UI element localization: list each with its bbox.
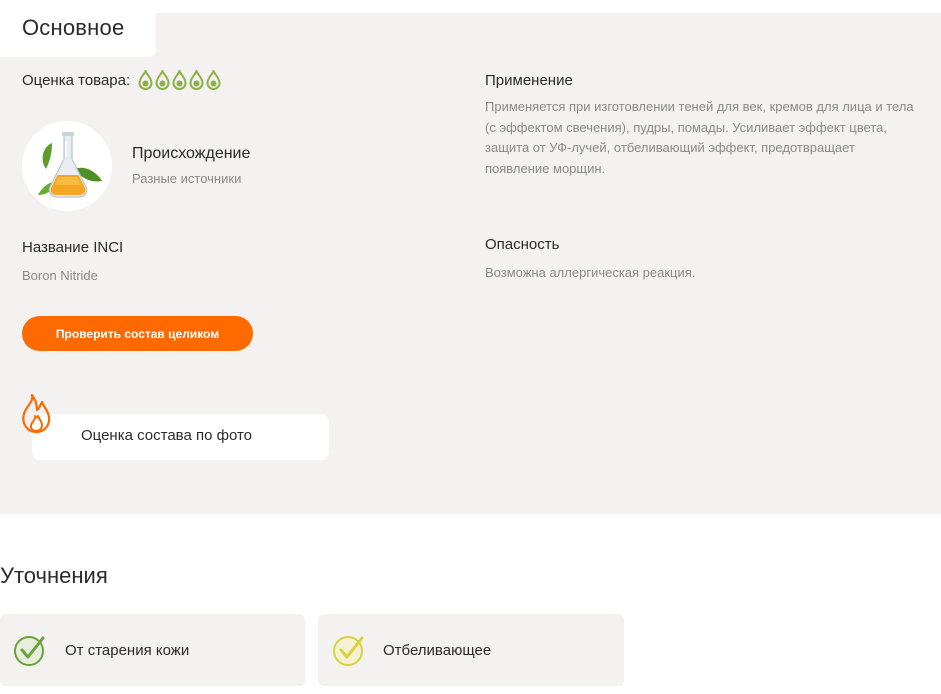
- drop-icon: [155, 70, 170, 90]
- tab-main-label: Основное: [22, 15, 125, 40]
- check-circle-icon: [14, 636, 45, 666]
- tab-main[interactable]: Основное: [0, 13, 156, 57]
- usage-text: Применяется при изготовлении теней для в…: [485, 99, 914, 176]
- product-rating: Оценка товара:: [22, 70, 221, 90]
- photo-analysis-card[interactable]: Оценка состава по фото: [32, 414, 329, 460]
- flame-icon: [22, 393, 51, 434]
- usage-title: Применение: [485, 72, 573, 89]
- danger-text: Возможна аллергическая реакция.: [485, 265, 696, 280]
- inci-title: Название INCI: [22, 239, 124, 256]
- inci-value: Boron Nitride: [22, 268, 98, 283]
- check-full-composition-button[interactable]: Проверить состав целиком: [22, 316, 253, 351]
- origin-value: Разные источники: [132, 171, 242, 186]
- danger-title: Опасность: [485, 236, 560, 253]
- check-circle-icon: [333, 636, 364, 666]
- drop-icon: [189, 70, 204, 90]
- rating-drops: [138, 70, 221, 90]
- tag-label: Отбеливающее: [383, 641, 492, 659]
- drop-icon: [138, 70, 153, 90]
- tag-whitening[interactable]: Отбеливающее: [318, 614, 624, 686]
- tag-anti-aging[interactable]: От старения кожи: [0, 614, 305, 686]
- origin-title: Происхождение: [132, 145, 251, 162]
- flask-with-leaves-icon: [38, 132, 102, 198]
- rating-label: Оценка товара:: [22, 71, 131, 89]
- clarifications-title: Уточнения: [0, 563, 108, 588]
- origin-image: [22, 121, 112, 211]
- tag-label: От старения кожи: [65, 641, 190, 659]
- drop-icon: [206, 70, 221, 90]
- drop-icon: [172, 70, 187, 90]
- photo-analysis-label: Оценка состава по фото: [81, 427, 253, 444]
